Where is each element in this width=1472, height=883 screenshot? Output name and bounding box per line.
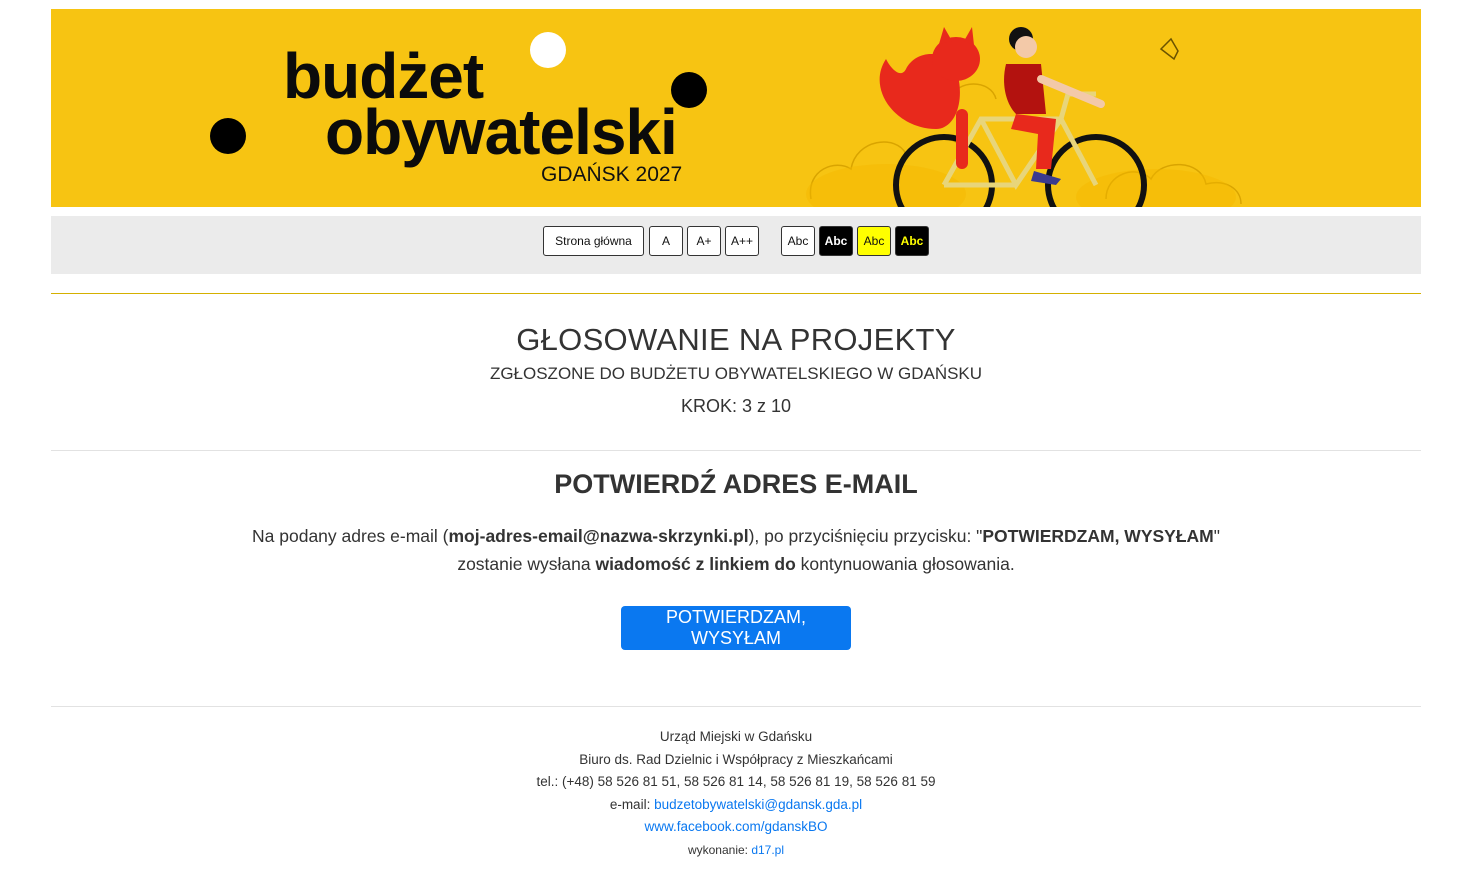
footer-email-link[interactable]: budzetobywatelski@gdansk.gda.pl [654, 797, 862, 812]
section-title: POTWIERDŹ ADRES E-MAIL [554, 469, 918, 499]
step-indicator: KROK: 3 z 10 [680, 396, 792, 416]
confirm-message: Na podany adres e-mail (moj-adres-email@… [51, 522, 1421, 578]
contrast-black-yellow-button[interactable]: Abc [895, 226, 929, 256]
confirm-message-line2: zostanie wysłana wiadomość z linkiem do … [51, 550, 1421, 578]
contrast-black-white-button[interactable]: Abc [819, 226, 853, 256]
logo-text-line2: obywatelski [325, 96, 678, 168]
footer-facebook-row: www.facebook.com/gdanskBO [51, 816, 1421, 839]
footer-credits: wykonanie: d17.pl [51, 839, 1421, 862]
home-button[interactable]: Strona główna [543, 226, 644, 256]
footer-org: Urząd Miejski w Gdańsku [659, 729, 813, 744]
font-size-normal-button[interactable]: A [649, 226, 683, 256]
footer-credits-link[interactable]: d17.pl [751, 843, 784, 857]
divider [51, 706, 1421, 707]
confirm-send-button[interactable]: POTWIERDZAM, WYSYŁAM [621, 606, 851, 650]
contrast-yellow-black-button[interactable]: Abc [857, 226, 891, 256]
footer: Urząd Miejski w Gdańsku Biuro ds. Rad Dz… [51, 726, 1421, 861]
font-size-large-button[interactable]: A+ [687, 226, 721, 256]
logo-dot-white [530, 32, 566, 68]
footer-credits-label: wykonanie: [687, 842, 752, 857]
email-address: moj-adres-email@nazwa-skrzynki.pl [448, 526, 749, 546]
message-text: kontynuowania głosowania. [795, 554, 1015, 574]
divider [51, 450, 1421, 451]
page-title: GŁOSOWANIE NA PROJEKTY [516, 322, 956, 357]
page-subtitle: ZGŁOSZONE DO BUDŻETU OBYWATELSKIEGO W GD… [489, 364, 983, 383]
footer-email-label: e-mail: [609, 796, 655, 812]
logo-city: GDAŃSK 2027 [541, 163, 683, 186]
cat-and-girl-on-tandem-bike-icon [806, 27, 1242, 207]
accessibility-toolbar: Strona główna A A+ A++ Abc Abc Abc Abc [51, 216, 1421, 274]
confirm-message-line1: Na podany adres e-mail (moj-adres-email@… [51, 522, 1421, 550]
font-size-xlarge-button[interactable]: A++ [725, 226, 759, 256]
contrast-default-button[interactable]: Abc [781, 226, 815, 256]
footer-facebook-link[interactable]: www.facebook.com/gdanskBO [644, 819, 827, 834]
logo-dot-black [210, 118, 246, 154]
message-text: Na podany adres e-mail ( [252, 526, 449, 546]
footer-tel: tel.: (+48) 58 526 81 51, 58 526 81 14, … [536, 774, 936, 789]
message-text: ), po przyciśnięciu przycisku: " [748, 526, 983, 546]
divider [51, 293, 1421, 294]
header-banner[interactable]: budżet obywatelski GDAŃSK 2027 [51, 9, 1421, 207]
button-name-reference: POTWIERDZAM, WYSYŁAM [982, 526, 1214, 546]
message-text: " [1213, 526, 1220, 546]
message-text: zostanie wysłana [457, 554, 596, 574]
message-emphasis: wiadomość z linkiem do [595, 554, 796, 574]
footer-dept: Biuro ds. Rad Dzielnic i Współpracy z Mi… [579, 751, 893, 767]
footer-email-row: e-mail: budzetobywatelski@gdansk.gda.pl [51, 794, 1421, 817]
